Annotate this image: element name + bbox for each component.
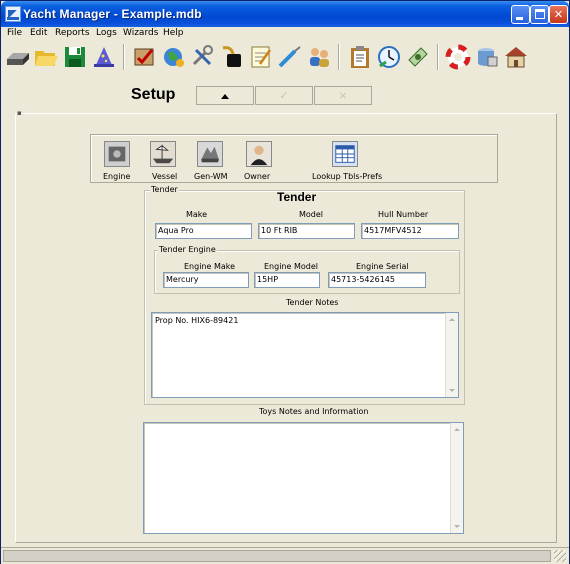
minimize-icon — [516, 17, 523, 20]
menu-edit[interactable]: Edit — [30, 28, 47, 38]
scroll-down-icon[interactable] — [446, 384, 458, 396]
status-panel — [3, 550, 551, 562]
section-lookup-button[interactable]: Lookup Tbls-Prefs — [312, 141, 383, 183]
toys-notes-textarea[interactable] — [143, 422, 464, 534]
engine-make-field[interactable]: Mercury — [163, 272, 249, 288]
hull-number-field[interactable]: 4517MFV4512 — [361, 223, 459, 239]
tender-engine-frame-label: Tender Engine — [158, 245, 217, 254]
section-engine-button[interactable]: Engine — [102, 141, 132, 183]
section-owner-label: Owner — [244, 172, 271, 181]
toolbar-separator — [338, 44, 340, 70]
scroll-up-icon[interactable] — [446, 314, 458, 326]
close-icon: ✕ — [553, 8, 564, 21]
notepad-icon[interactable] — [248, 44, 274, 70]
tender-frame-label: Tender — [150, 185, 179, 194]
cancel-record-button[interactable]: × — [314, 86, 372, 105]
globe-icon[interactable] — [161, 44, 187, 70]
toys-notes-label: Toys Notes and Information — [259, 407, 369, 416]
tools-icon[interactable] — [190, 44, 216, 70]
house-icon[interactable] — [503, 44, 529, 70]
close-button[interactable]: ✕ — [549, 5, 568, 24]
tender-notes-scrollbar[interactable] — [445, 313, 458, 397]
hull-number-label: Hull Number — [378, 210, 429, 219]
money-icon[interactable] — [405, 44, 431, 70]
engine-model-label: Engine Model — [264, 262, 318, 271]
resize-grip-icon[interactable] — [554, 550, 566, 562]
engine-serial-field[interactable]: 45713-5426145 — [328, 272, 426, 288]
lifebuoy-icon[interactable] — [445, 44, 471, 70]
toolbar-separator — [437, 44, 439, 70]
section-gen-wm-label: Gen-WM — [194, 172, 228, 181]
open-folder-icon[interactable] — [33, 44, 59, 70]
menu-wizards[interactable]: Wizards — [123, 28, 158, 38]
menu-bar: File Edit Reports Logs Wizards Help — [1, 27, 569, 41]
chart-check-icon[interactable] — [132, 44, 158, 70]
generator-icon — [197, 141, 223, 167]
up-arrow-icon — [221, 93, 229, 99]
model-label: Model — [299, 210, 324, 219]
menu-logs[interactable]: Logs — [96, 28, 117, 38]
toolbar — [1, 41, 569, 73]
clipboard-icon[interactable] — [347, 44, 373, 70]
save-icon[interactable] — [62, 44, 88, 70]
clock-icon[interactable] — [376, 44, 402, 70]
engine-serial-label: Engine Serial — [356, 262, 409, 271]
status-bar — [1, 547, 569, 564]
pen-icon[interactable] — [277, 44, 303, 70]
make-field[interactable]: Aqua Pro — [155, 223, 252, 239]
engine-make-label: Engine Make — [184, 262, 236, 271]
make-label: Make — [186, 210, 208, 219]
setup-title: Setup — [131, 86, 176, 103]
title-bar[interactable]: Yacht Manager - Example.mdb ✕ — [1, 1, 569, 27]
model-field[interactable]: 10 Ft RIB — [258, 223, 355, 239]
tender-notes-text: Prop No. HIX6-89421 — [155, 316, 239, 325]
people-icon[interactable] — [306, 44, 332, 70]
minimize-button[interactable] — [511, 5, 530, 24]
engine-icon — [104, 141, 130, 167]
section-engine-label: Engine — [103, 172, 131, 181]
app-window: Yacht Manager - Example.mdb ✕ File Edit … — [0, 0, 570, 564]
database-icon[interactable] — [474, 44, 500, 70]
maximize-icon — [535, 9, 545, 19]
vessel-icon — [150, 141, 176, 167]
window-title: Yacht Manager - Example.mdb — [23, 7, 202, 21]
tender-notes-label: Tender Notes — [286, 298, 339, 307]
form-marker: ▪ — [17, 109, 22, 117]
key-icon[interactable] — [219, 44, 245, 70]
scroll-up-icon[interactable] — [451, 424, 463, 436]
toys-notes-scrollbar[interactable] — [450, 423, 463, 533]
wizard-hat-icon[interactable] — [91, 44, 117, 70]
section-lookup-label: Lookup Tbls-Prefs — [312, 172, 383, 181]
section-owner-button[interactable]: Owner — [242, 141, 276, 183]
owner-icon — [246, 141, 272, 167]
menu-file[interactable]: File — [7, 28, 22, 38]
menu-help[interactable]: Help — [163, 28, 184, 38]
scroll-down-icon[interactable] — [451, 520, 463, 532]
tender-notes-textarea[interactable]: Prop No. HIX6-89421 — [151, 312, 459, 398]
section-vessel-label: Vessel — [152, 172, 178, 181]
disk-drive-icon[interactable] — [5, 44, 31, 70]
section-gen-wm-button[interactable]: Gen-WM — [192, 141, 228, 183]
save-record-button[interactable]: ✓ — [255, 86, 313, 105]
section-buttons: Engine Vessel Gen-WM Owner Lookup Tbls-P… — [90, 134, 498, 183]
tender-heading: Tender — [277, 190, 317, 204]
app-logo-icon[interactable] — [5, 6, 21, 22]
toolbar-separator — [123, 44, 125, 70]
previous-record-button[interactable] — [196, 86, 254, 105]
engine-model-field[interactable]: 15HP — [254, 272, 320, 288]
section-vessel-button[interactable]: Vessel — [149, 141, 179, 183]
lookup-table-icon — [332, 141, 358, 167]
maximize-button[interactable] — [530, 5, 549, 24]
menu-reports[interactable]: Reports — [55, 28, 90, 38]
